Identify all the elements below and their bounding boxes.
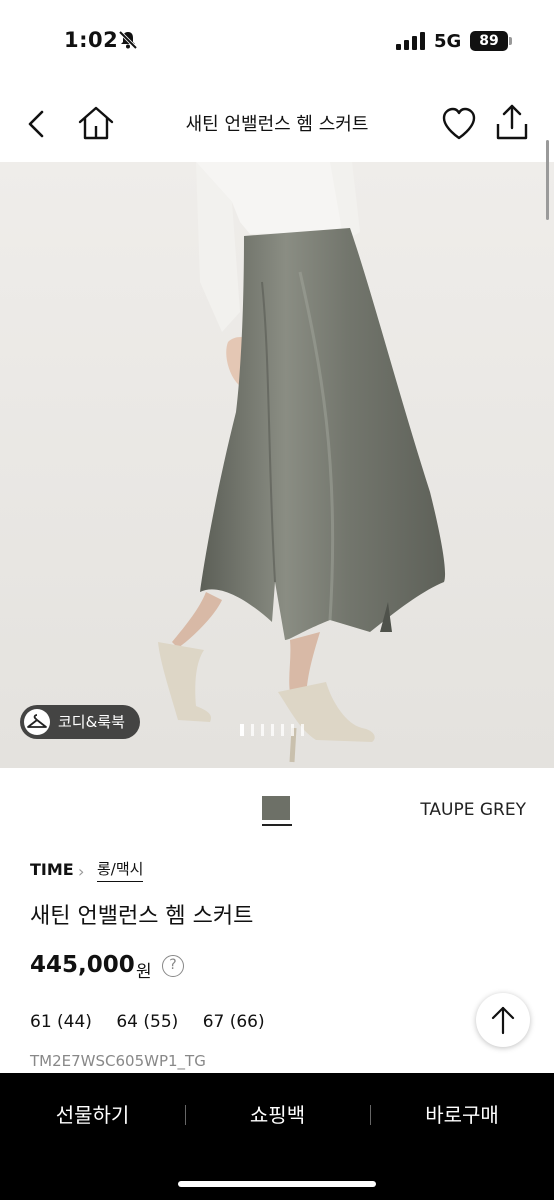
pagination-dot[interactable] <box>281 724 284 736</box>
size-list: 61 (44) 64 (55) 67 (66) <box>30 1012 284 1032</box>
product-image-gallery[interactable]: 코디&룩북 <box>0 162 554 768</box>
battery-cap <box>509 37 512 45</box>
pagination-dot[interactable] <box>271 724 274 736</box>
price-currency: 원 <box>136 962 152 982</box>
size-option: 61 (44) <box>30 1012 92 1032</box>
hanger-icon <box>24 709 50 735</box>
size-option: 64 (55) <box>116 1012 179 1032</box>
status-time: 1:02 <box>64 28 119 52</box>
gallery-pagination <box>240 721 311 736</box>
arrow-up-icon <box>491 1006 515 1035</box>
size-option: 67 (66) <box>202 1012 265 1032</box>
price-help-icon[interactable]: ? <box>162 955 184 977</box>
status-bar: 1:02 5G 89 <box>0 0 554 80</box>
network-label: 5G <box>434 31 462 52</box>
color-swatch[interactable] <box>262 796 292 826</box>
scrollbar[interactable] <box>546 140 549 220</box>
back-icon[interactable] <box>22 106 54 142</box>
buy-now-button[interactable]: 바로구매 <box>370 1073 554 1157</box>
home-icon[interactable] <box>76 104 116 142</box>
share-icon[interactable] <box>494 102 530 142</box>
scroll-top-button[interactable] <box>476 993 530 1047</box>
color-name: TAUPE GREY <box>420 800 526 820</box>
product-code: TM2E7WSC605WP1_TG <box>30 1052 206 1070</box>
color-swatch-fill <box>262 796 290 820</box>
coordi-lookbook-button[interactable]: 코디&룩북 <box>20 705 140 739</box>
signal-icon <box>396 32 425 50</box>
battery-indicator: 89 <box>470 31 508 51</box>
page-title: 새틴 언밸런스 헴 스커트 <box>185 114 369 135</box>
product-name: 새틴 언밸런스 헴 스커트 <box>30 904 254 929</box>
top-nav: 새틴 언밸런스 헴 스커트 <box>0 90 554 158</box>
category-link[interactable]: 롱/맥시 <box>97 858 144 882</box>
breadcrumb-chevron-icon: › <box>78 862 85 881</box>
pagination-dot[interactable] <box>240 724 244 736</box>
bell-off-icon <box>118 30 138 50</box>
pagination-dot[interactable] <box>301 724 304 736</box>
brand-link[interactable]: TIME <box>30 860 74 879</box>
shopping-bag-button[interactable]: 쇼핑백 <box>185 1073 370 1157</box>
pagination-dot[interactable] <box>251 724 254 736</box>
gift-button[interactable]: 선물하기 <box>0 1073 185 1157</box>
pagination-dot[interactable] <box>261 724 264 736</box>
coordi-lookbook-label: 코디&룩북 <box>58 713 125 731</box>
product-photo <box>0 162 554 768</box>
home-indicator <box>178 1181 376 1187</box>
pagination-dot[interactable] <box>291 724 294 736</box>
product-price: 445,000 <box>30 952 135 978</box>
heart-icon[interactable] <box>440 106 478 142</box>
